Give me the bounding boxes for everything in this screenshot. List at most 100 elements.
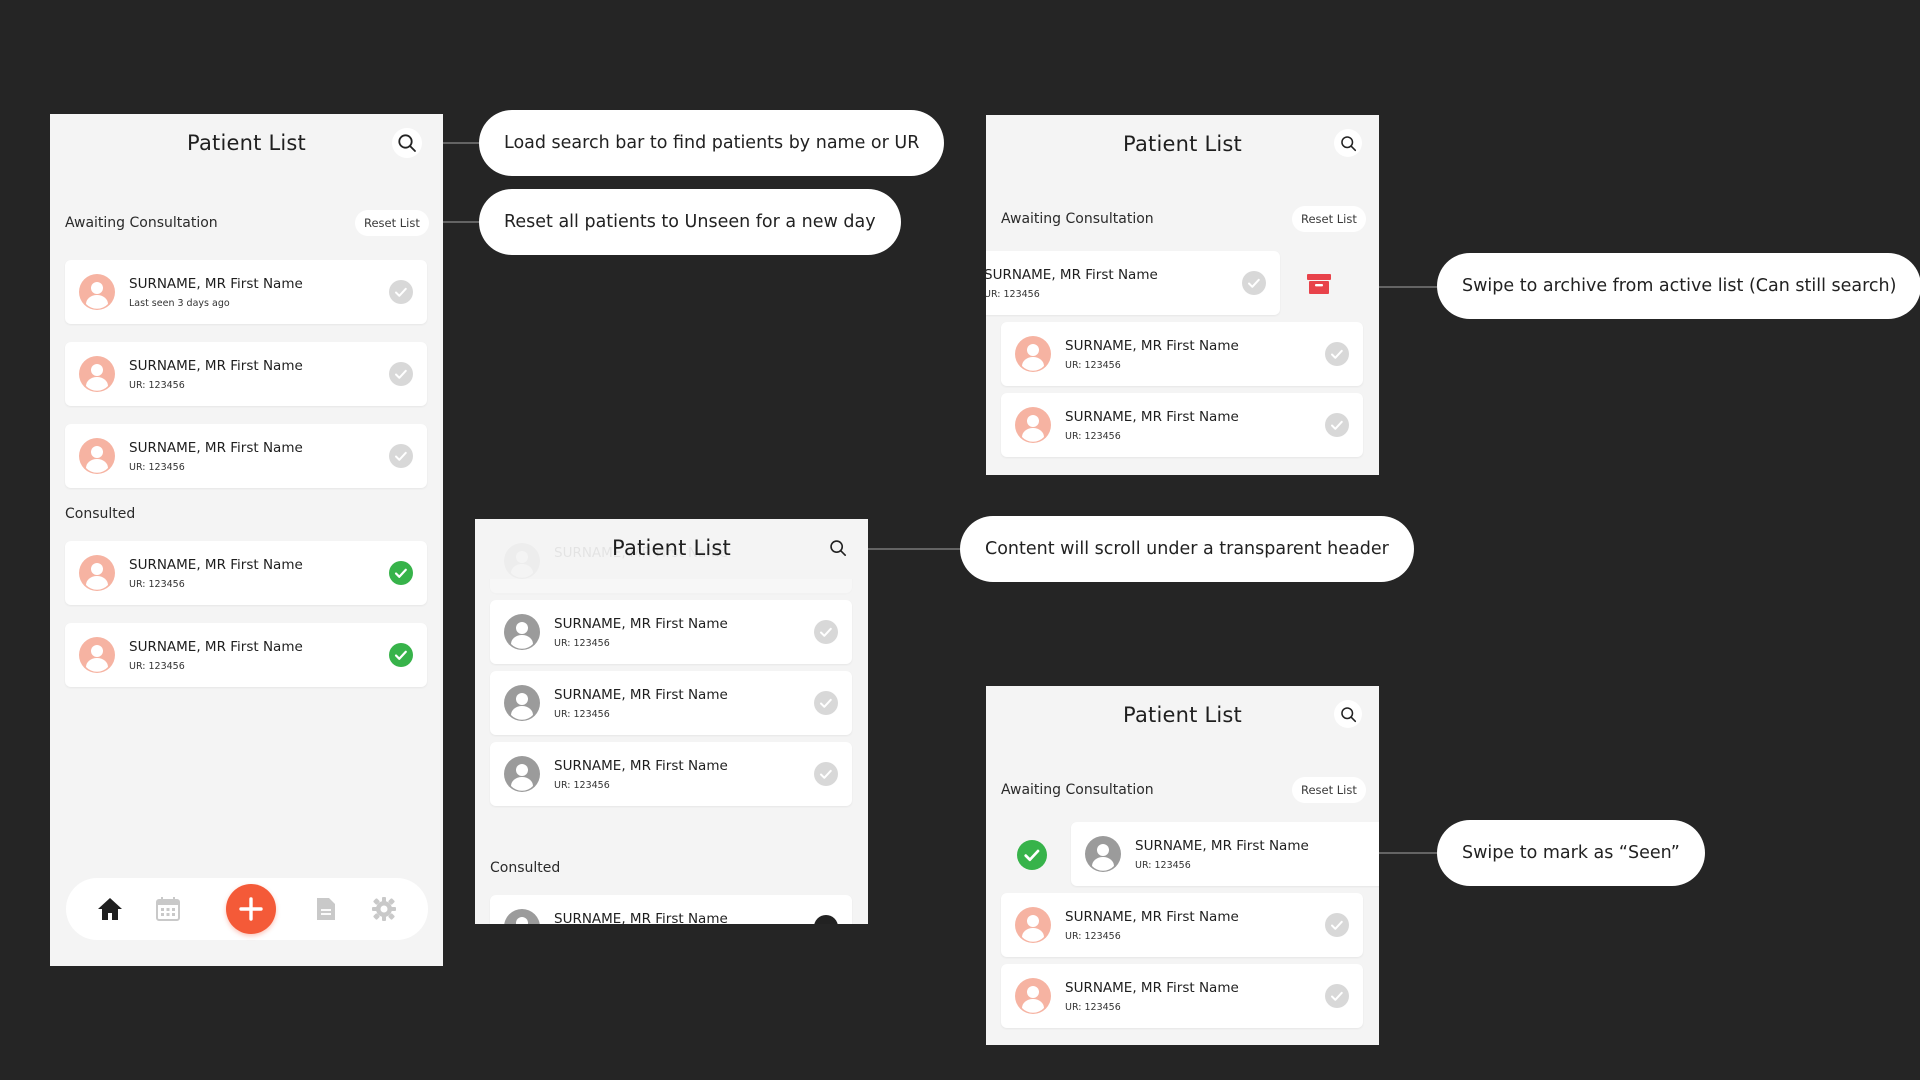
patient-card[interactable]: SURNAME, MR First Name UR: 123456	[65, 424, 427, 488]
avatar-icon	[1015, 978, 1051, 1014]
avatar-icon	[79, 274, 115, 310]
awaiting-section-label: Awaiting Consultation	[65, 215, 218, 231]
nav-documents[interactable]	[311, 894, 341, 924]
patient-card[interactable]: SURNAME, MR First Name UR: 123456	[1001, 893, 1363, 957]
patient-name: SURNAME, MR First Name	[554, 687, 728, 703]
avatar-icon	[504, 685, 540, 721]
check-icon[interactable]	[814, 691, 838, 715]
page-title: Patient List	[1123, 703, 1242, 727]
annotation-seen: Swipe to mark as “Seen”	[1437, 820, 1705, 886]
patient-card[interactable]: SURNAME, MR First Name UR: 123456	[490, 671, 852, 735]
reset-list-button[interactable]: Reset List	[1292, 206, 1366, 232]
patient-card[interactable]: SURNAME, MR First Name UR: 123456	[490, 600, 852, 664]
gear-icon	[372, 897, 396, 921]
nav-home[interactable]	[95, 894, 125, 924]
check-icon[interactable]	[389, 280, 413, 304]
check-seen-icon[interactable]	[814, 915, 838, 924]
consulted-section-label: Consulted	[65, 506, 136, 522]
patient-name: SURNAME, MR First Name	[554, 616, 728, 632]
patient-ur: UR: 123456	[1065, 931, 1121, 942]
check-seen-icon[interactable]	[389, 643, 413, 667]
patient-name: SURNAME, MR First Name	[1065, 409, 1239, 425]
avatar-icon	[1085, 836, 1121, 872]
patient-card[interactable]: SURNAME, MR First Name UR: 123456	[1001, 322, 1363, 386]
patient-card[interactable]: SURNAME, MR First Name UR: 123456	[1001, 964, 1363, 1028]
check-icon[interactable]	[1325, 913, 1349, 937]
check-icon[interactable]	[814, 762, 838, 786]
annotation-scroll: Content will scroll under a transparent …	[960, 516, 1414, 582]
avatar-icon	[504, 614, 540, 650]
page-title: Patient List	[187, 131, 306, 155]
patient-ur: UR: 123456	[554, 709, 610, 720]
check-icon[interactable]	[1325, 984, 1349, 1008]
search-icon	[1340, 706, 1356, 722]
avatar-icon	[1015, 336, 1051, 372]
check-icon[interactable]	[1242, 271, 1266, 295]
patient-name: SURNAME, MR First Name	[1065, 338, 1239, 354]
patient-card[interactable]: SURNAME, MR First Name UR: 123456	[1001, 393, 1363, 457]
check-icon[interactable]	[389, 362, 413, 386]
avatar-icon	[504, 756, 540, 792]
screen-swipe-archive: Patient List Awaiting Consultation Reset…	[986, 115, 1379, 475]
search-icon[interactable]	[829, 539, 847, 557]
patient-name: SURNAME, MR First Name	[129, 276, 303, 292]
patient-ur: UR: 123456	[129, 380, 185, 391]
avatar-icon	[1015, 407, 1051, 443]
annotation-archive: Swipe to archive from active list (Can s…	[1437, 253, 1920, 319]
patient-ur: UR: 123456	[554, 638, 610, 649]
awaiting-section-label: Awaiting Consultation	[1001, 211, 1154, 227]
check-icon[interactable]	[814, 620, 838, 644]
check-seen-icon	[1017, 840, 1047, 870]
patient-name: SURNAME, MR First Name	[129, 440, 303, 456]
search-button[interactable]	[392, 128, 422, 158]
search-icon	[398, 134, 416, 152]
patient-name: SURNAME, MR First Name	[1065, 980, 1239, 996]
check-icon[interactable]	[1325, 413, 1349, 437]
annotation-reset: Reset all patients to Unseen for a new d…	[479, 189, 901, 255]
screen-swipe-seen: Patient List Awaiting Consultation Reset…	[986, 686, 1379, 1045]
reset-list-button[interactable]: Reset List	[1292, 777, 1366, 803]
avatar-icon	[504, 909, 540, 924]
patient-card-swiped[interactable]: SURNAME, MR First Name UR: 123456	[1071, 822, 1379, 886]
patient-name: SURNAME, MR First Name	[129, 358, 303, 374]
patient-card[interactable]: SURNAME, MR First Name Last seen 3 days …	[65, 260, 427, 324]
patient-ur: UR: 123456	[129, 661, 185, 672]
avatar-icon	[79, 555, 115, 591]
patient-ur: UR: 123456	[1065, 360, 1121, 371]
add-icon	[239, 897, 263, 921]
patient-card[interactable]: SURNAME, MR First Name UR: 123456	[65, 541, 427, 605]
nav-calendar[interactable]	[153, 894, 183, 924]
patient-card-swiped[interactable]: SURNAME, MR First Name UR: 123456	[986, 251, 1280, 315]
search-icon	[1340, 135, 1356, 151]
reset-list-button[interactable]: Reset List	[355, 210, 429, 236]
patient-ur: UR: 123456	[1135, 860, 1191, 871]
avatar-icon	[79, 356, 115, 392]
patient-ur: UR: 123456	[554, 780, 610, 791]
avatar-icon	[1015, 907, 1051, 943]
avatar-icon	[79, 637, 115, 673]
add-patient-button[interactable]	[226, 884, 276, 934]
avatar-icon	[79, 438, 115, 474]
search-button[interactable]	[1334, 700, 1362, 728]
check-icon[interactable]	[1325, 342, 1349, 366]
search-button[interactable]	[1334, 129, 1362, 157]
patient-name: SURNAME, MR First Name	[129, 639, 303, 655]
patient-card[interactable]: SURNAME, MR First Name	[490, 895, 852, 924]
patient-ur: UR: 123456	[986, 289, 1040, 300]
check-icon[interactable]	[389, 444, 413, 468]
patient-card[interactable]: SURNAME, MR First Name UR: 123456	[65, 623, 427, 687]
archive-icon[interactable]	[1306, 272, 1332, 296]
annotation-search: Load search bar to find patients by name…	[479, 110, 945, 176]
bottom-navigation	[66, 878, 428, 940]
nav-settings[interactable]	[369, 894, 399, 924]
patient-card[interactable]: SURNAME, MR First Name UR: 123456	[65, 342, 427, 406]
patient-name: SURNAME, MR First Name	[554, 911, 728, 924]
screen-patient-list-main: Patient List Awaiting Consultation Reset…	[50, 114, 443, 966]
check-seen-icon[interactable]	[389, 561, 413, 585]
patient-card[interactable]: SURNAME, MR First Name UR: 123456	[490, 742, 852, 806]
awaiting-section-label: Awaiting Consultation	[1001, 782, 1154, 798]
page-title: Patient List	[1123, 132, 1242, 156]
patient-ur: UR: 123456	[1065, 1002, 1121, 1013]
patient-name: SURNAME, MR First Name	[129, 557, 303, 573]
page-title: Patient List	[612, 536, 731, 560]
